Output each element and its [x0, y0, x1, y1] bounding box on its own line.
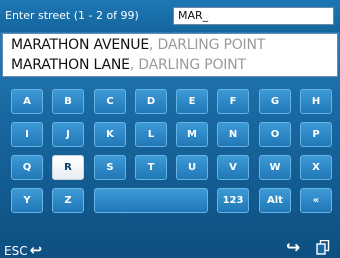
key-m[interactable]: M — [176, 122, 208, 147]
key-n[interactable]: N — [217, 122, 249, 147]
view-toggle-icon[interactable] — [316, 240, 330, 255]
key-k[interactable]: K — [94, 122, 126, 147]
screen: Enter street (1 - 2 of 99) MAR_ MARATHON… — [0, 0, 340, 258]
key-b[interactable]: B — [52, 89, 84, 114]
key-e[interactable]: E — [176, 89, 208, 114]
key-i[interactable]: I — [11, 122, 43, 147]
search-prompt: Enter street (1 - 2 of 99) — [5, 9, 139, 22]
key-r-highlighted[interactable]: R — [52, 155, 84, 180]
forward-arrow-icon[interactable]: ↪ — [286, 238, 300, 258]
key-f[interactable]: F — [217, 89, 249, 114]
result-separator: , — [129, 57, 135, 73]
key-q[interactable]: Q — [11, 155, 43, 180]
result-item[interactable]: MARATHON AVENUE, DARLING POINT — [11, 35, 265, 55]
result-suburb: DARLING POINT — [157, 37, 266, 53]
result-street: MARATHON AVENUE — [11, 37, 149, 53]
key-x[interactable]: X — [300, 155, 332, 180]
key-j[interactable]: J — [52, 122, 84, 147]
esc-label: ESC — [4, 244, 28, 258]
key-t[interactable]: T — [135, 155, 167, 180]
key-y[interactable]: Y — [11, 188, 43, 213]
alt-key[interactable]: Alt — [259, 188, 291, 213]
result-separator: , — [149, 37, 154, 53]
result-suburb: DARLING POINT — [138, 57, 246, 73]
street-search-input[interactable]: MAR_ — [173, 7, 334, 25]
key-p[interactable]: P — [300, 122, 332, 147]
key-o[interactable]: O — [259, 122, 291, 147]
scroll-results-key[interactable]: « — [300, 188, 332, 213]
key-d[interactable]: D — [135, 89, 167, 114]
key-g[interactable]: G — [259, 89, 291, 114]
key-u[interactable]: U — [176, 155, 208, 180]
bottom-bar: ESC ↩ ↪ — [0, 238, 340, 258]
key-h[interactable]: H — [300, 89, 332, 114]
key-l[interactable]: L — [135, 122, 167, 147]
key-a[interactable]: A — [11, 89, 43, 114]
result-item[interactable]: MARATHON LANE, DARLING POINT — [11, 55, 246, 75]
header: Enter street (1 - 2 of 99) MAR_ — [0, 0, 340, 32]
key-c[interactable]: C — [94, 89, 126, 114]
key-v[interactable]: V — [217, 155, 249, 180]
esc-button[interactable]: ESC ↩ — [4, 241, 42, 258]
key-z[interactable]: Z — [52, 188, 84, 213]
space-key[interactable] — [94, 188, 208, 213]
back-arrow-icon: ↩ — [29, 241, 43, 258]
numbers-key[interactable]: 123 — [217, 188, 249, 213]
result-street: MARATHON LANE — [11, 57, 130, 73]
results-list: MARATHON AVENUE, DARLING POINT MARATHON … — [2, 33, 338, 77]
key-w[interactable]: W — [259, 155, 291, 180]
key-s[interactable]: S — [94, 155, 126, 180]
